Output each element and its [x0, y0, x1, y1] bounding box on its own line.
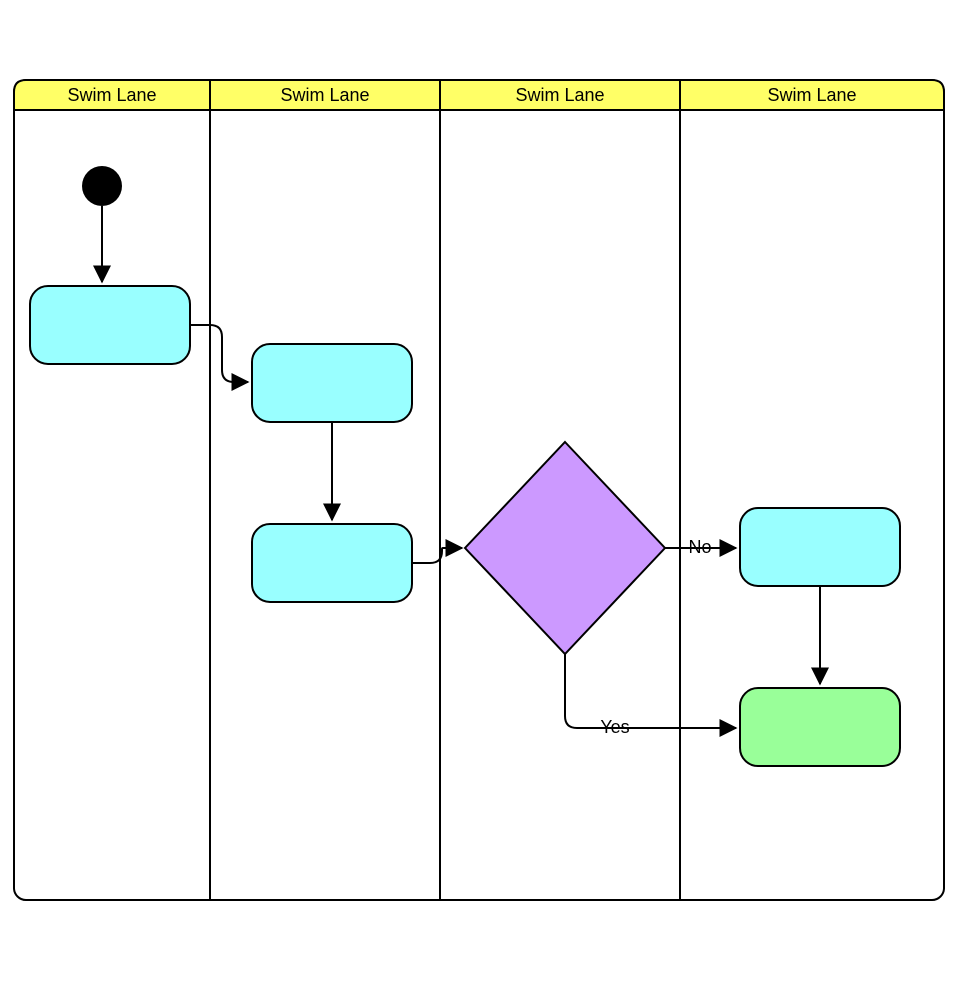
activity-4[interactable] — [740, 508, 900, 586]
pool-border — [14, 80, 944, 900]
start-node[interactable] — [82, 166, 122, 206]
lane-2-label: Swim Lane — [280, 85, 369, 105]
edge-label-yes: Yes — [600, 717, 629, 737]
edge-label-no: No — [688, 537, 711, 557]
lane-1-label: Swim Lane — [67, 85, 156, 105]
terminal-node[interactable] — [740, 688, 900, 766]
activity-2[interactable] — [252, 344, 412, 422]
activity-1[interactable] — [30, 286, 190, 364]
lane-4-label: Swim Lane — [767, 85, 856, 105]
pool: Swim Lane Swim Lane Swim Lane Swim Lane — [14, 80, 944, 900]
lane-3-label: Swim Lane — [515, 85, 604, 105]
activity-3[interactable] — [252, 524, 412, 602]
swimlane-diagram: Swim Lane Swim Lane Swim Lane Swim Lane … — [0, 0, 958, 1008]
